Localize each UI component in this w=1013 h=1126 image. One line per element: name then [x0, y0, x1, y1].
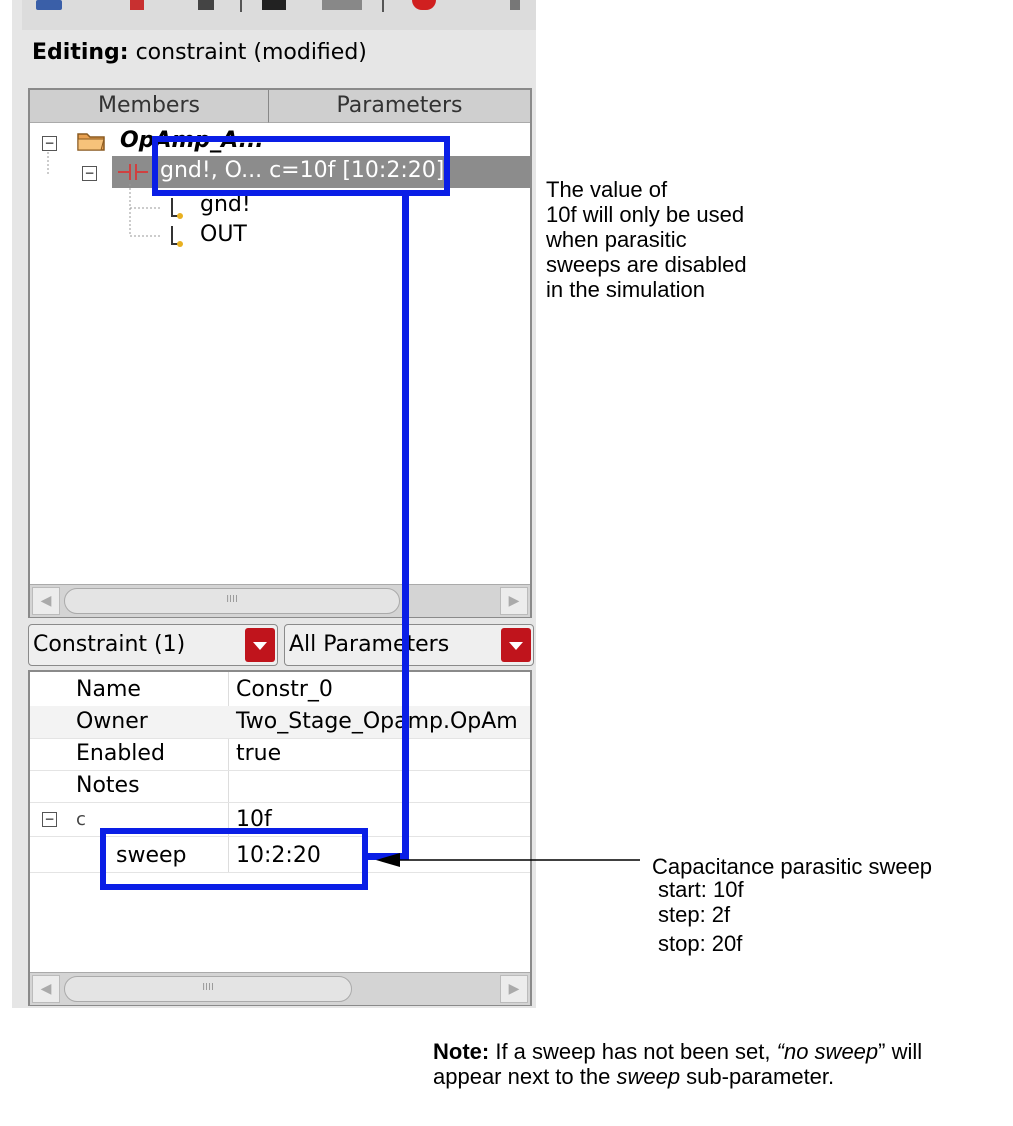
value-note-line: sweeps are disabled [546, 252, 747, 277]
note-text: ” will [878, 1039, 923, 1064]
param-expander-icon[interactable]: − [42, 812, 57, 827]
net-icon [171, 198, 183, 219]
editing-status: Editing: constraint (modified) [32, 40, 367, 65]
parameters-combo-value: All Parameters [289, 632, 450, 657]
property-name: Enabled [76, 741, 165, 766]
note-text: sub-parameter. [680, 1064, 835, 1089]
note-italic: sweep [616, 1064, 681, 1089]
highlight-connector-vertical [402, 194, 409, 860]
tree-horizontal-scrollbar[interactable]: ◀ IIII ▶ [30, 584, 530, 617]
sweep-step: step: 2f [658, 902, 731, 927]
property-value[interactable]: true [236, 738, 281, 770]
save-icon[interactable] [36, 0, 62, 10]
note-italic: “no sweep [776, 1039, 879, 1064]
tool-icon-4[interactable] [322, 0, 362, 10]
value-note-line: The value of [546, 177, 668, 202]
tool-icon-1[interactable] [130, 0, 144, 10]
scroll-right-icon[interactable]: ▶ [500, 587, 528, 615]
editing-value: constraint (modified) [128, 40, 367, 65]
parameters-combo[interactable]: All Parameters [284, 624, 534, 666]
table-row[interactable]: Enabled true [30, 738, 530, 771]
editing-label: Editing: [32, 40, 129, 65]
note-bold: Note: [433, 1039, 490, 1064]
constraint-combo[interactable]: Constraint (1) [28, 624, 278, 666]
net-icon [171, 226, 183, 247]
scrollbar-thumb[interactable]: IIII [64, 588, 400, 614]
bottom-note-line-1: Note: If a sweep has not been set, “no s… [433, 1039, 922, 1064]
column-header-parameters[interactable]: Parameters [269, 90, 530, 123]
value-note-line: in the simulation [546, 277, 705, 302]
sweep-title: Capacitance parasitic sweep [652, 854, 933, 879]
property-name: Name [76, 677, 141, 702]
toolbar-separator [240, 0, 242, 12]
toolbar-separator [382, 0, 384, 12]
scroll-right-icon[interactable]: ▶ [500, 975, 528, 1003]
dropdown-arrow-icon[interactable] [245, 628, 275, 662]
scroll-left-icon[interactable]: ◀ [32, 587, 60, 615]
bottom-note-line-2: appear next to the sweep sub-parameter. [433, 1064, 922, 1089]
tool-icon-2[interactable] [198, 0, 214, 10]
delete-icon[interactable] [412, 0, 436, 10]
value-note: The value of 10f will only be used when … [546, 177, 747, 302]
value-note-line: when parasitic [546, 227, 687, 252]
note-text: If a sweep has not been set, [489, 1039, 777, 1064]
props-horizontal-scrollbar[interactable]: ◀ IIII ▶ [30, 972, 530, 1005]
toolbar [22, 0, 536, 30]
property-name: Notes [76, 773, 140, 798]
scroll-left-icon[interactable]: ◀ [32, 975, 60, 1003]
dropdown-arrow-icon[interactable] [501, 628, 531, 662]
table-row[interactable]: Name Constr_0 [30, 674, 530, 707]
tree-child-out[interactable]: OUT [200, 222, 247, 247]
table-row[interactable]: Owner Two_Stage_Opamp.OpAm [30, 706, 530, 739]
bottom-note: Note: If a sweep has not been set, “no s… [433, 1039, 922, 1089]
highlight-box-sweep [100, 828, 368, 890]
note-text: appear next to the [433, 1064, 617, 1089]
sweep-start: start: 10f [658, 877, 744, 902]
tool-icon-3[interactable] [262, 0, 286, 10]
property-value[interactable]: Two_Stage_Opamp.OpAm [236, 706, 518, 738]
value-note-line: 10f will only be used [546, 202, 745, 227]
sweep-stop: stop: 20f [658, 931, 743, 956]
property-name: Owner [76, 709, 148, 734]
tool-icon-5[interactable] [510, 0, 520, 10]
constraint-combo-value: Constraint (1) [33, 632, 186, 657]
annotation-arrow [376, 853, 640, 867]
property-value[interactable]: Constr_0 [236, 674, 333, 706]
highlight-box-constraint [152, 136, 450, 196]
scrollbar-thumb[interactable]: IIII [64, 976, 352, 1002]
table-row[interactable]: Notes [30, 770, 530, 803]
param-name: c [76, 809, 86, 830]
